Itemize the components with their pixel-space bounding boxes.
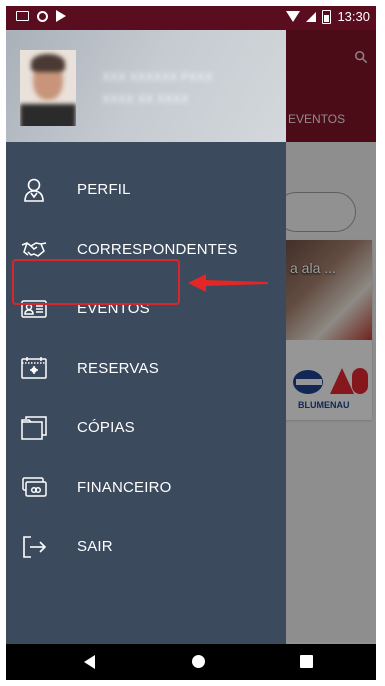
wallet-icon	[20, 473, 48, 501]
system-nav-bar	[6, 644, 376, 680]
drawer-menu: PERFIL CORRESPONDENTES EVENTOS RESERVAS	[6, 160, 286, 577]
navigation-drawer: XXX XXXXXX PXXX XXXX XX XXXX PERFIL CORR…	[6, 30, 286, 644]
status-time: 13:30	[337, 9, 370, 24]
menu-item-copias[interactable]: CÓPIAS	[6, 398, 286, 458]
menu-label-sair: SAIR	[77, 538, 113, 556]
user-profile-icon	[20, 176, 48, 204]
menu-item-sair[interactable]: SAIR	[6, 517, 286, 577]
signal-icon	[306, 11, 317, 22]
menu-label-correspondentes: CORRESPONDENTES	[77, 240, 238, 258]
recent-apps-icon[interactable]	[300, 655, 313, 668]
menu-label-financeiro: FINANCEIRO	[77, 478, 172, 496]
red-arrow-annotation	[188, 274, 268, 292]
user-name: XXX XXXXXX PXXX	[102, 70, 213, 84]
flag-notification-icon	[56, 10, 66, 22]
circle-notification-icon	[37, 10, 48, 22]
phone-screen: 13:30 EVENTOS a ala ... BLUMENAU XXX XXX…	[6, 6, 376, 680]
menu-item-reservas[interactable]: RESERVAS	[6, 339, 286, 399]
calendar-icon	[20, 354, 48, 382]
drawer-header: XXX XXXXXX PXXX XXXX XX XXXX	[6, 30, 286, 142]
gmail-icon	[16, 11, 29, 21]
menu-label-reservas: RESERVAS	[77, 359, 159, 377]
menu-label-copias: CÓPIAS	[77, 419, 135, 437]
eventos-highlight-box	[12, 259, 180, 305]
menu-label-perfil: PERFIL	[77, 181, 131, 199]
home-icon[interactable]	[192, 655, 205, 668]
user-id: XXXX XX XXXX	[102, 92, 189, 106]
logout-icon	[20, 533, 48, 561]
menu-item-perfil[interactable]: PERFIL	[6, 160, 286, 220]
avatar[interactable]	[20, 50, 76, 126]
battery-icon	[322, 9, 332, 24]
back-icon[interactable]	[84, 655, 95, 669]
wifi-icon	[286, 11, 301, 22]
status-bar: 13:30	[6, 6, 376, 30]
menu-item-financeiro[interactable]: FINANCEIRO	[6, 458, 286, 518]
folder-copies-icon	[20, 414, 48, 442]
